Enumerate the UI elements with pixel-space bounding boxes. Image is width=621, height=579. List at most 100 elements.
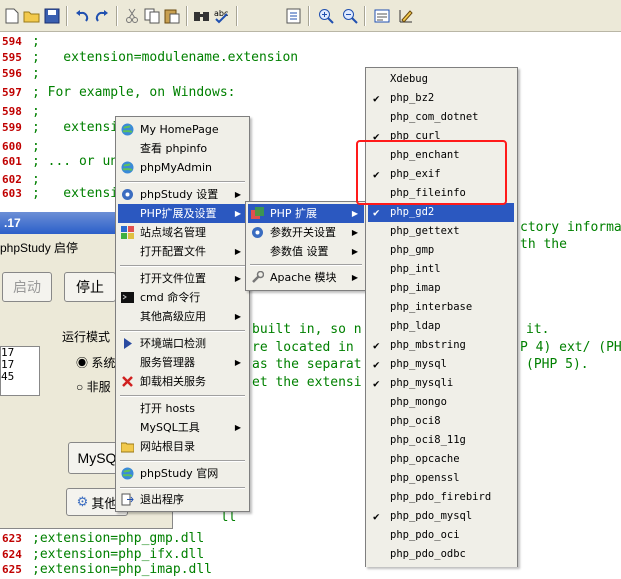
ext-item-php-oci8-11g[interactable]: php_oci8_11g	[368, 431, 514, 450]
toolbar-separator	[364, 6, 366, 26]
ext-item-label: php_pdo_mysql	[390, 510, 473, 522]
menu-item-param-switch[interactable]: 参数开关设置 ▶	[248, 223, 364, 242]
menu-item-exit[interactable]: 退出程序	[118, 490, 247, 509]
uninstall-icon	[121, 375, 134, 388]
ext-item-php-interbase[interactable]: php_interbase	[368, 298, 514, 317]
menu-item-open-file-location[interactable]: 打开文件位置 ▶	[118, 269, 247, 288]
puzzle-icon	[251, 207, 264, 220]
ext-item-php-openssl[interactable]: php_openssl	[368, 469, 514, 488]
globe-icon	[121, 467, 134, 480]
ext-item-php-mysqli[interactable]: ✔ php_mysqli	[368, 374, 514, 393]
edit-icon[interactable]	[396, 6, 416, 26]
ext-item-label: php_pdo_oci	[390, 529, 460, 541]
menu-item-service-manager[interactable]: 服务管理器 ▶	[118, 353, 247, 372]
ext-item-php-mongo[interactable]: php_mongo	[368, 393, 514, 412]
menu-item-param-value[interactable]: 参数值 设置 ▶	[248, 242, 364, 261]
chevron-right-icon: ▶	[234, 423, 241, 432]
menu-item-phpmyadmin[interactable]: phpMyAdmin	[118, 158, 247, 177]
menu-item-official-site[interactable]: phpStudy 官网	[118, 464, 247, 483]
chevron-right-icon: ▶	[234, 274, 241, 283]
menu-item-site-domain[interactable]: 站点域名管理	[118, 223, 247, 242]
ext-item-php-com-dotnet[interactable]: php_com_dotnet	[368, 108, 514, 127]
find-icon[interactable]	[192, 6, 212, 26]
ext-item-php-mbstring[interactable]: ✔ php_mbstring	[368, 336, 514, 355]
check-icon: ✔	[373, 92, 380, 105]
code-fragment: (PHP 5).	[526, 357, 589, 372]
replace-icon[interactable]	[284, 6, 304, 26]
start-button[interactable]: 启动	[2, 272, 52, 302]
menu-item-homepage[interactable]: My HomePage	[118, 120, 247, 139]
menu-separator	[120, 487, 245, 489]
ext-item-php-intl[interactable]: php_intl	[368, 260, 514, 279]
zoom-in-icon[interactable]	[316, 6, 336, 26]
globe-icon	[121, 161, 134, 174]
version-list[interactable]: 17 17 45	[0, 346, 40, 396]
redo-icon[interactable]	[92, 6, 112, 26]
check-icon: ✔	[373, 206, 380, 219]
ext-item-label: php_mongo	[390, 396, 447, 408]
menu-item-web-root[interactable]: 网站根目录	[118, 437, 247, 456]
paste-icon[interactable]	[162, 6, 182, 26]
menu-item-cmd[interactable]: cmd 命令行	[118, 288, 247, 307]
ext-item-php-mysql[interactable]: ✔ php_mysql	[368, 355, 514, 374]
ext-item-php-pdo-mysql[interactable]: ✔ php_pdo_mysql	[368, 507, 514, 526]
cut-icon[interactable]	[122, 6, 142, 26]
code-line: 601; ... or un	[2, 154, 119, 169]
ext-item-xdebug[interactable]: Xdebug	[368, 70, 514, 89]
ext-item-php-oci8[interactable]: php_oci8	[368, 412, 514, 431]
ext-item-php-opcache[interactable]: php_opcache	[368, 450, 514, 469]
spellcheck-icon[interactable]: abc	[212, 6, 232, 26]
menu-item-mysql-tools[interactable]: MySQL工具 ▶	[118, 418, 247, 437]
ext-item-label: php_intl	[390, 263, 441, 275]
php-submenu: PHP 扩展 ▶ 参数开关设置 ▶ 参数值 设置 ▶ Apache 模块 ▶	[245, 201, 367, 291]
stop-button[interactable]: 停止	[64, 272, 116, 302]
radio-system[interactable]: ◉ 系统	[76, 354, 115, 371]
ext-item-php-pdo-odbc[interactable]: php_pdo_odbc	[368, 545, 514, 564]
radio-non-service[interactable]: ○ 非服	[76, 378, 111, 395]
ext-item-php-gettext[interactable]: php_gettext	[368, 222, 514, 241]
terminal-icon	[121, 291, 134, 304]
toolbar-separator	[308, 6, 310, 26]
ext-item-label: php_mysql	[390, 358, 447, 370]
ext-item-php-gmp[interactable]: php_gmp	[368, 241, 514, 260]
sites-icon	[121, 226, 134, 239]
check-icon: ✔	[373, 510, 380, 523]
ext-item-php-gd2[interactable]: ✔ php_gd2	[368, 203, 514, 222]
ext-item-label: php_openssl	[390, 472, 460, 484]
run-mode-label: 运行模式	[62, 330, 111, 344]
menu-item-advanced[interactable]: 其他高级应用 ▶	[118, 307, 247, 326]
zoom-out-icon[interactable]	[340, 6, 360, 26]
new-icon[interactable]	[2, 6, 22, 26]
folder-icon	[120, 440, 135, 453]
menu-item-apache-modules[interactable]: Apache 模块 ▶	[248, 268, 364, 287]
menu-item-open-config[interactable]: 打开配置文件 ▶	[118, 242, 247, 261]
menu-item-phpstudy-settings[interactable]: phpStudy 设置 ▶	[118, 185, 247, 204]
ext-item-php-imap[interactable]: php_imap	[368, 279, 514, 298]
ext-item-php-pdo-firebird[interactable]: php_pdo_firebird	[368, 488, 514, 507]
gear-icon: ⚙	[76, 494, 89, 509]
ext-item-php-bz2[interactable]: ✔ php_bz2	[368, 89, 514, 108]
list-item[interactable]: 45	[1, 371, 39, 383]
arrow-icon	[121, 337, 134, 350]
save-icon[interactable]	[42, 6, 62, 26]
toolbar: abc	[0, 0, 621, 32]
wordwrap-icon[interactable]	[372, 6, 392, 26]
chevron-right-icon: ▶	[351, 273, 358, 282]
menu-item-open-hosts[interactable]: 打开 hosts	[118, 399, 247, 418]
copy-icon[interactable]	[142, 6, 162, 26]
chevron-right-icon: ▶	[351, 209, 358, 218]
menu-item-php-extensions[interactable]: PHP 扩展 ▶	[248, 204, 364, 223]
ext-item-php-ldap[interactable]: php_ldap	[368, 317, 514, 336]
menu-item-uninstall-services[interactable]: 卸载相关服务	[118, 372, 247, 391]
open-icon[interactable]	[22, 6, 42, 26]
code-line: 625 ;extension=php_imap.dll	[2, 562, 213, 577]
menu-item-php-extensions-settings[interactable]: PHP扩展及设置 ▶	[118, 204, 247, 223]
menu-item-phpinfo[interactable]: 查看 phpinfo	[118, 139, 247, 158]
undo-icon[interactable]	[72, 6, 92, 26]
ext-item-label: php_gettext	[390, 225, 460, 237]
toolbar-separator	[186, 6, 188, 26]
wrench-icon	[251, 270, 265, 284]
ext-item-php-pdo-oci[interactable]: php_pdo_oci	[368, 526, 514, 545]
menu-separator	[250, 264, 362, 266]
menu-item-port-check[interactable]: 环境端口检测	[118, 334, 247, 353]
